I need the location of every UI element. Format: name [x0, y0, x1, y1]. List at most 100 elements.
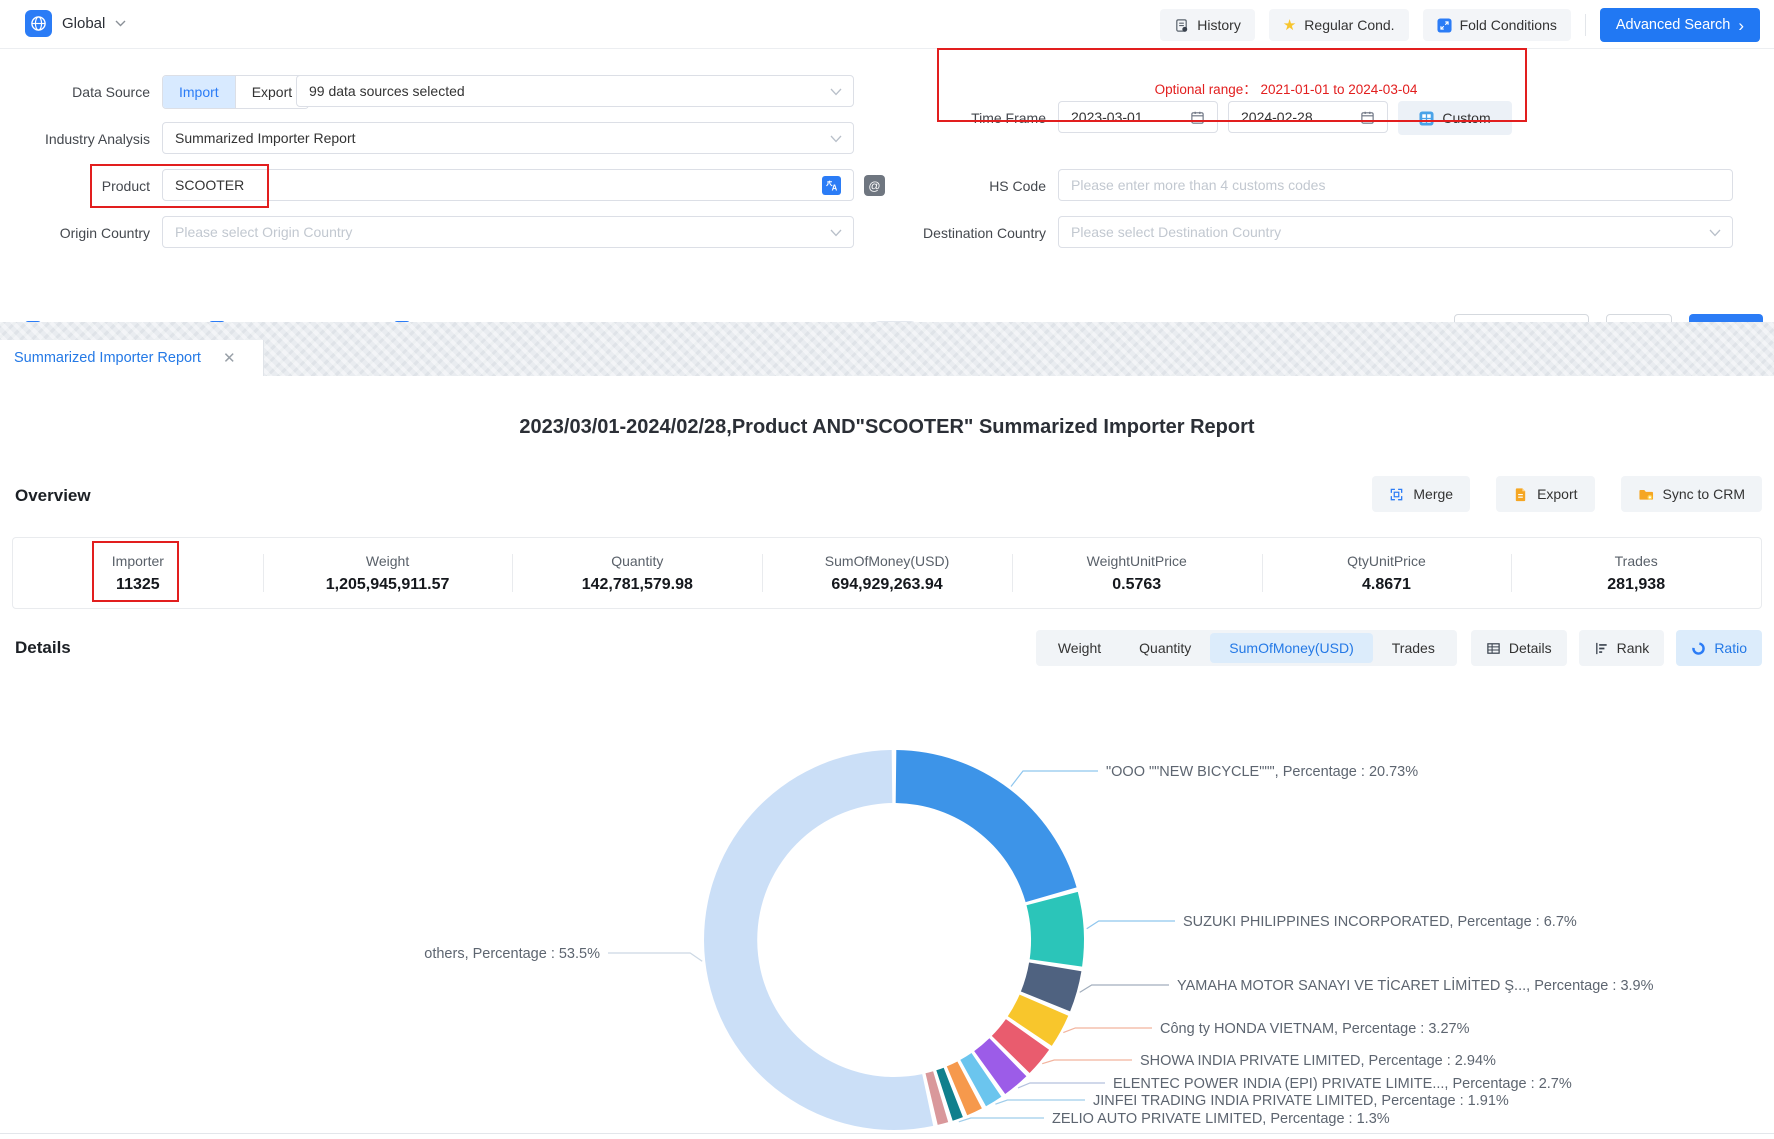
stat-value: 1,205,945,911.57: [326, 576, 450, 594]
close-icon[interactable]: ✕: [223, 351, 236, 366]
pie-label: SHOWA INDIA PRIVATE LIMITED, Percentage …: [1140, 1053, 1496, 1069]
stat-value: 11325: [116, 576, 160, 594]
chevron-down-icon: [115, 20, 126, 27]
origin-country-placeholder: Please select Origin Country: [175, 224, 352, 240]
metric-tab-weight[interactable]: Weight: [1039, 633, 1120, 663]
history-button[interactable]: History: [1160, 9, 1255, 41]
pie-label-line: [1080, 985, 1169, 992]
tab-bar: Summarized Importer Report ✕: [0, 322, 1774, 376]
view-rank-label: Rank: [1617, 640, 1650, 656]
report-title: 2023/03/01-2024/02/28,Product AND"SCOOTE…: [0, 416, 1774, 439]
metric-tab-trades[interactable]: Trades: [1373, 633, 1454, 663]
merge-icon: [1389, 487, 1404, 502]
import-tab[interactable]: Import: [163, 76, 235, 108]
export-icon: [1513, 487, 1528, 502]
history-label: History: [1197, 17, 1241, 33]
data-sources-value: 99 data sources selected: [309, 83, 465, 99]
app-window: Global History ★ Regular Cond. Fold Cond…: [0, 0, 1774, 1139]
chevron-down-icon: [830, 135, 842, 143]
pie-label-line: [1018, 1083, 1105, 1088]
stat-label: Importer: [112, 553, 164, 569]
merge-label: Merge: [1413, 486, 1453, 502]
history-icon: [1174, 18, 1189, 33]
pie-label: others, Percentage : 53.5%: [424, 946, 600, 962]
stat-label: Quantity: [611, 553, 663, 569]
metric-toggle-group: WeightQuantitySumOfMoney(USD)Trades: [1036, 630, 1457, 666]
view-rank-button[interactable]: Rank: [1579, 630, 1665, 666]
product-value: SCOOTER: [175, 177, 244, 193]
industry-analysis-select[interactable]: Summarized Importer Report: [162, 122, 854, 154]
metric-tab-sumofmoneyusd[interactable]: SumOfMoney(USD): [1210, 633, 1372, 663]
pie-label-line: [959, 1118, 1044, 1122]
match-mode-icon[interactable]: @: [864, 175, 885, 196]
chevron-down-icon: [1709, 229, 1721, 237]
stat-label: WeightUnitPrice: [1087, 553, 1187, 569]
stat-label: Weight: [366, 553, 409, 569]
stat-label: QtyUnitPrice: [1347, 553, 1426, 569]
origin-country-select[interactable]: Please select Origin Country: [162, 216, 854, 248]
table-top-border: [0, 1133, 1774, 1134]
overview-stats-card: Importer 11325 Weight 1,205,945,911.57 Quant…: [12, 537, 1762, 609]
svg-text:A: A: [832, 184, 838, 192]
product-label: Product: [0, 169, 150, 203]
destination-country-select[interactable]: Please select Destination Country: [1058, 216, 1733, 248]
stat-value: 694,929,263.94: [831, 576, 942, 594]
advanced-search-button[interactable]: Advanced Search ›: [1600, 8, 1760, 42]
export-button[interactable]: Export: [1496, 476, 1594, 512]
destination-country-placeholder: Please select Destination Country: [1071, 224, 1281, 240]
merge-button[interactable]: Merge: [1372, 476, 1470, 512]
stat-label: Trades: [1615, 553, 1658, 569]
fold-conditions-label: Fold Conditions: [1460, 17, 1557, 33]
metric-tab-quantity[interactable]: Quantity: [1120, 633, 1210, 663]
stat-importer: Importer 11325: [13, 538, 263, 608]
data-source-label: Data Source: [0, 75, 150, 109]
sync-to-crm-button[interactable]: Sync to CRM: [1621, 476, 1762, 512]
stat-sumofmoney(usd): SumOfMoney(USD)694,929,263.94: [762, 538, 1012, 608]
pie-label: Công ty HONDA VIETNAM, Percentage : 3.27…: [1160, 1021, 1470, 1037]
fold-conditions-button[interactable]: Fold Conditions: [1423, 9, 1571, 41]
sync-crm-icon: [1638, 487, 1654, 502]
globe-icon: [25, 10, 52, 37]
pie-label: JINFEI TRADING INDIA PRIVATE LIMITED, Pe…: [1093, 1093, 1509, 1109]
industry-analysis-label: Industry Analysis: [0, 122, 150, 156]
view-details-button[interactable]: Details: [1471, 630, 1567, 666]
sync-to-crm-label: Sync to CRM: [1663, 486, 1745, 502]
pie-label-line: [608, 953, 702, 961]
stat-trades: Trades 281,938: [1511, 538, 1761, 608]
star-icon: ★: [1283, 18, 1296, 33]
stat-weight: Weight 1,205,945,911.57: [263, 538, 513, 608]
stat-value: 4.8671: [1362, 576, 1411, 594]
pie-slice-ooo-new-bicycle[interactable]: [896, 750, 1077, 902]
hs-code-label: HS Code: [896, 169, 1046, 203]
stat-quantity: Quantity 142,781,579.98: [512, 538, 762, 608]
report-content: 2023/03/01-2024/02/28,Product AND"SCOOTE…: [0, 376, 1774, 1139]
regular-cond-label: Regular Cond.: [1304, 17, 1394, 33]
details-heading: Details: [15, 638, 71, 658]
overview-heading: Overview: [15, 486, 91, 506]
region-selector[interactable]: Global: [25, 10, 126, 37]
pie-slice-suzuki-philippines-incor[interactable]: [1027, 892, 1084, 967]
fold-icon: [1437, 18, 1452, 33]
pie-slice-others[interactable]: [704, 750, 933, 1130]
importer-ratio-donut-chart: "OOO ""NEW BICYCLE""", Percentage : 20.7…: [0, 686, 1774, 1139]
data-sources-select[interactable]: 99 data sources selected: [296, 75, 854, 107]
pie-label: YAMAHA MOTOR SANAYI VE TİCARET LİMİTED Ş…: [1177, 976, 1654, 994]
tab-summarized-importer-report[interactable]: Summarized Importer Report ✕: [0, 340, 264, 376]
chevron-down-icon: [830, 88, 842, 96]
translate-icon[interactable]: A: [822, 176, 841, 195]
regular-cond-button[interactable]: ★ Regular Cond.: [1269, 9, 1409, 41]
product-input[interactable]: SCOOTER: [162, 169, 854, 201]
pie-label-line: [995, 1100, 1085, 1104]
tab-title: Summarized Importer Report: [14, 350, 201, 366]
pie-label: "OOO ""NEW BICYCLE""", Percentage : 20.7…: [1106, 764, 1418, 780]
export-label: Export: [1537, 486, 1577, 502]
pie-label-line: [1042, 1060, 1132, 1064]
divider: [1585, 14, 1586, 36]
destination-country-label: Destination Country: [896, 216, 1046, 250]
stat-value: 142,781,579.98: [582, 576, 693, 594]
stat-value: 281,938: [1607, 576, 1665, 594]
pie-label: SUZUKI PHILIPPINES INCORPORATED, Percent…: [1183, 914, 1577, 930]
view-ratio-button[interactable]: Ratio: [1676, 630, 1762, 666]
hs-code-input[interactable]: Please enter more than 4 customs codes: [1058, 169, 1733, 201]
top-bar: Global History ★ Regular Cond. Fold Cond…: [0, 0, 1774, 49]
